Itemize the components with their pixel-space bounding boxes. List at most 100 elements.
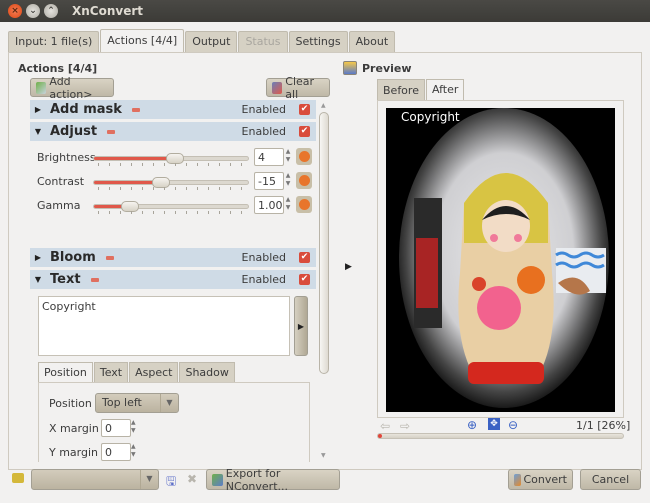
slider-ticks — [98, 211, 244, 214]
reset-icon — [298, 175, 310, 186]
previous-arrow-icon[interactable]: ⇦ — [380, 419, 390, 433]
enabled-checkbox[interactable]: ✔ — [299, 252, 310, 263]
enabled-label: Enabled — [241, 273, 286, 286]
add-action-icon — [36, 81, 47, 94]
tab-settings[interactable]: Settings — [288, 31, 348, 52]
main-window: Input: 1 file(s) Actions [4/4] Output St… — [0, 22, 650, 503]
convert-icon — [514, 473, 521, 486]
actions-scrollbar[interactable]: ▲ ▼ — [318, 102, 330, 462]
brightness-slider[interactable] — [93, 153, 249, 164]
gamma-input[interactable]: 1.00 — [254, 196, 284, 214]
action-header-bloom[interactable]: ▶ Bloom Enabled ✔ — [30, 248, 316, 267]
remove-action-icon[interactable] — [107, 129, 116, 134]
slider-fill — [94, 157, 175, 160]
position-value: Top left — [102, 396, 142, 409]
remove-action-icon[interactable] — [90, 277, 99, 282]
x-margin-label: X margin — [49, 422, 99, 435]
contrast-slider[interactable] — [93, 177, 249, 188]
gamma-label: Gamma — [37, 199, 81, 212]
collapse-arrow-icon[interactable]: ▼ — [30, 127, 46, 136]
position-select[interactable]: Top left ▼ — [95, 393, 179, 413]
tab-before[interactable]: Before — [377, 79, 425, 100]
subtab-position[interactable]: Position — [38, 362, 93, 382]
preview-tabs: Before After — [377, 79, 465, 100]
brightness-spinner[interactable]: ▲ ▼ — [284, 148, 292, 166]
subtab-shadow[interactable]: Shadow — [179, 362, 235, 382]
y-margin-spinner[interactable]: ▲ ▼ — [131, 443, 136, 459]
save-preset-icon[interactable]: 🖫 — [166, 472, 176, 493]
main-tabs: Input: 1 file(s) Actions [4/4] Output St… — [8, 29, 396, 52]
preview-heading: Preview — [362, 62, 412, 75]
title-bar: × ⌄ ⌃ XnConvert — [0, 0, 650, 22]
brightness-reset-button[interactable] — [296, 148, 312, 165]
x-margin-spinner[interactable]: ▲ ▼ — [131, 419, 136, 435]
zoom-in-icon[interactable]: ⊕ — [467, 418, 477, 432]
add-action-button[interactable]: Add action> — [30, 75, 114, 101]
tab-actions[interactable]: Actions [4/4] — [100, 29, 185, 52]
expand-arrow-icon[interactable]: ▶ — [30, 253, 46, 262]
contrast-label: Contrast — [37, 175, 85, 188]
x-margin-input[interactable]: 0 — [101, 419, 131, 437]
gamma-spinner[interactable]: ▲ ▼ — [284, 196, 292, 214]
subtab-text[interactable]: Text — [93, 362, 129, 382]
contrast-reset-button[interactable] — [296, 172, 312, 189]
doll-photo — [386, 108, 615, 412]
text-content-input[interactable]: Copyright — [38, 296, 290, 356]
insert-variable-button[interactable]: ▶ — [294, 296, 308, 356]
scroll-up-icon[interactable]: ▲ — [321, 102, 326, 109]
delete-preset-icon[interactable]: ✖ — [187, 472, 197, 486]
action-header-add-mask[interactable]: ▶ Add mask Enabled ✔ — [30, 100, 316, 119]
gamma-slider[interactable] — [93, 201, 249, 212]
reset-icon — [298, 151, 310, 162]
slider-fill — [94, 181, 161, 184]
preset-select[interactable]: ▼ — [31, 469, 159, 490]
enabled-checkbox[interactable]: ✔ — [299, 274, 310, 285]
enabled-label: Enabled — [241, 103, 286, 116]
scrollbar-thumb[interactable] — [319, 112, 329, 374]
progress-fill — [378, 434, 382, 438]
remove-action-icon[interactable] — [131, 107, 140, 112]
export-icon — [212, 473, 223, 486]
preview-icon — [343, 61, 357, 75]
expand-arrow-icon[interactable]: ▶ — [30, 105, 46, 114]
actions-list: ▶ Add mask Enabled ✔ ▼ Adjust Enabled ✔ … — [30, 100, 316, 462]
convert-label: Convert — [523, 473, 568, 486]
tab-output[interactable]: Output — [185, 31, 238, 52]
export-nconvert-button[interactable]: Export for NConvert... — [206, 467, 340, 493]
splitter-arrow-icon[interactable]: ▶ — [345, 262, 352, 272]
position-label: Position — [49, 397, 92, 410]
fit-to-window-icon[interactable]: ✥ — [488, 418, 500, 430]
maximize-window-button[interactable]: ⌃ — [44, 4, 58, 18]
cancel-label: Cancel — [591, 473, 630, 486]
clear-all-button[interactable]: Clear all — [266, 75, 330, 101]
brightness-input[interactable]: 4 — [254, 148, 284, 166]
subtab-aspect[interactable]: Aspect — [129, 362, 179, 382]
convert-button[interactable]: Convert — [508, 469, 573, 490]
action-header-adjust[interactable]: ▼ Adjust Enabled ✔ — [30, 122, 316, 141]
contrast-spinner[interactable]: ▲ ▼ — [284, 172, 292, 190]
slider-ticks — [98, 163, 244, 166]
enabled-checkbox[interactable]: ✔ — [299, 104, 310, 115]
cancel-button[interactable]: Cancel — [580, 469, 641, 490]
tab-input[interactable]: Input: 1 file(s) — [8, 31, 100, 52]
y-margin-input[interactable]: 0 — [101, 443, 131, 461]
add-action-label: Add action> — [49, 74, 93, 101]
gamma-row: Gamma 1.00 ▲ ▼ — [30, 196, 316, 218]
enabled-checkbox[interactable]: ✔ — [299, 126, 310, 137]
next-arrow-icon[interactable]: ⇨ — [400, 419, 410, 433]
action-header-text[interactable]: ▼ Text Enabled ✔ — [30, 270, 316, 289]
tab-after[interactable]: After — [425, 79, 465, 100]
page-zoom-info: 1/1 [26%] — [576, 419, 631, 432]
close-window-button[interactable]: × — [8, 4, 22, 18]
contrast-input[interactable]: -15 — [254, 172, 284, 190]
remove-action-icon[interactable] — [105, 255, 114, 260]
scroll-down-icon[interactable]: ▼ — [321, 452, 326, 459]
open-folder-icon[interactable] — [12, 473, 24, 483]
tab-about[interactable]: About — [348, 31, 396, 52]
gamma-reset-button[interactable] — [296, 196, 312, 213]
collapse-arrow-icon[interactable]: ▼ — [30, 275, 46, 284]
minimize-window-button[interactable]: ⌄ — [26, 4, 40, 18]
zoom-out-icon[interactable]: ⊖ — [508, 418, 518, 432]
action-name: Add mask — [50, 102, 122, 117]
clear-all-label: Clear all — [285, 74, 315, 101]
